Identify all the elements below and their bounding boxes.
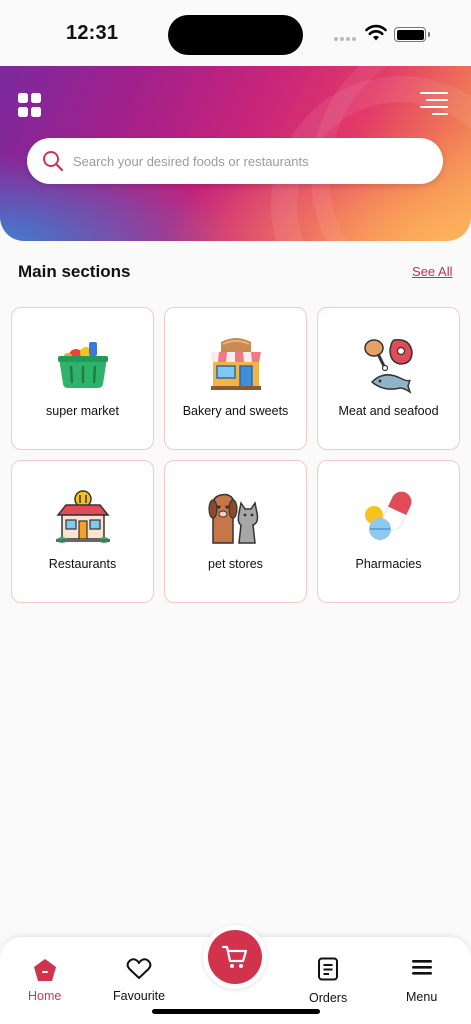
category-card-bakery[interactable]: Bakery and sweets	[164, 307, 307, 450]
category-label: Bakery and sweets	[182, 404, 289, 418]
nav-item-home[interactable]: Home	[28, 957, 61, 1003]
status-bar: 12:31	[0, 0, 471, 66]
dynamic-island	[168, 15, 303, 55]
category-label: Meat and seafood	[338, 404, 439, 418]
search-bar[interactable]	[27, 138, 443, 184]
heart-icon	[126, 958, 152, 979]
meat-fish-icon	[364, 339, 413, 394]
home-icon	[33, 959, 56, 981]
category-label: pet stores	[208, 557, 263, 571]
nav-label: Orders	[309, 991, 348, 1005]
category-label: Restaurants	[48, 557, 117, 571]
menu-icon	[411, 960, 432, 975]
status-time: 12:31	[66, 22, 119, 44]
category-label: super market	[46, 404, 119, 418]
category-label: Pharmacies	[355, 557, 422, 571]
orders-icon	[318, 957, 339, 981]
nav-item-menu[interactable]: Menu	[406, 957, 437, 1004]
wifi-icon	[365, 24, 387, 41]
see-all-link[interactable]: See All	[412, 264, 452, 279]
nav-label: Favourite	[113, 989, 166, 1003]
nav-label: Menu	[406, 990, 438, 1004]
nav-label: Home	[28, 989, 62, 1003]
nav-item-favourite[interactable]: Favourite	[113, 957, 165, 1003]
pets-icon	[208, 493, 259, 544]
cart-icon	[221, 945, 248, 968]
section-title: Main sections	[18, 262, 131, 281]
battery-icon	[394, 27, 430, 42]
category-card-super-market[interactable]: super market	[11, 307, 154, 450]
nav-item-orders[interactable]: Orders	[309, 957, 347, 1005]
category-card-restaurants[interactable]: Restaurants	[11, 460, 154, 603]
restaurant-icon	[56, 490, 110, 543]
menu-lines-icon[interactable]	[418, 90, 448, 116]
grocery-basket-icon	[58, 342, 108, 388]
header-banner	[0, 66, 471, 241]
signal-icon	[334, 37, 356, 41]
home-indicator	[152, 1009, 320, 1014]
pills-icon	[365, 491, 412, 540]
search-input[interactable]	[73, 153, 413, 169]
cart-button[interactable]	[203, 925, 267, 989]
bakery-shop-icon	[211, 338, 261, 390]
category-card-pharmacies[interactable]: Pharmacies	[317, 460, 460, 603]
category-card-meat-seafood[interactable]: Meat and seafood	[317, 307, 460, 450]
grid-icon[interactable]	[18, 93, 42, 117]
category-card-pet-stores[interactable]: pet stores	[164, 460, 307, 603]
search-icon	[43, 151, 64, 172]
